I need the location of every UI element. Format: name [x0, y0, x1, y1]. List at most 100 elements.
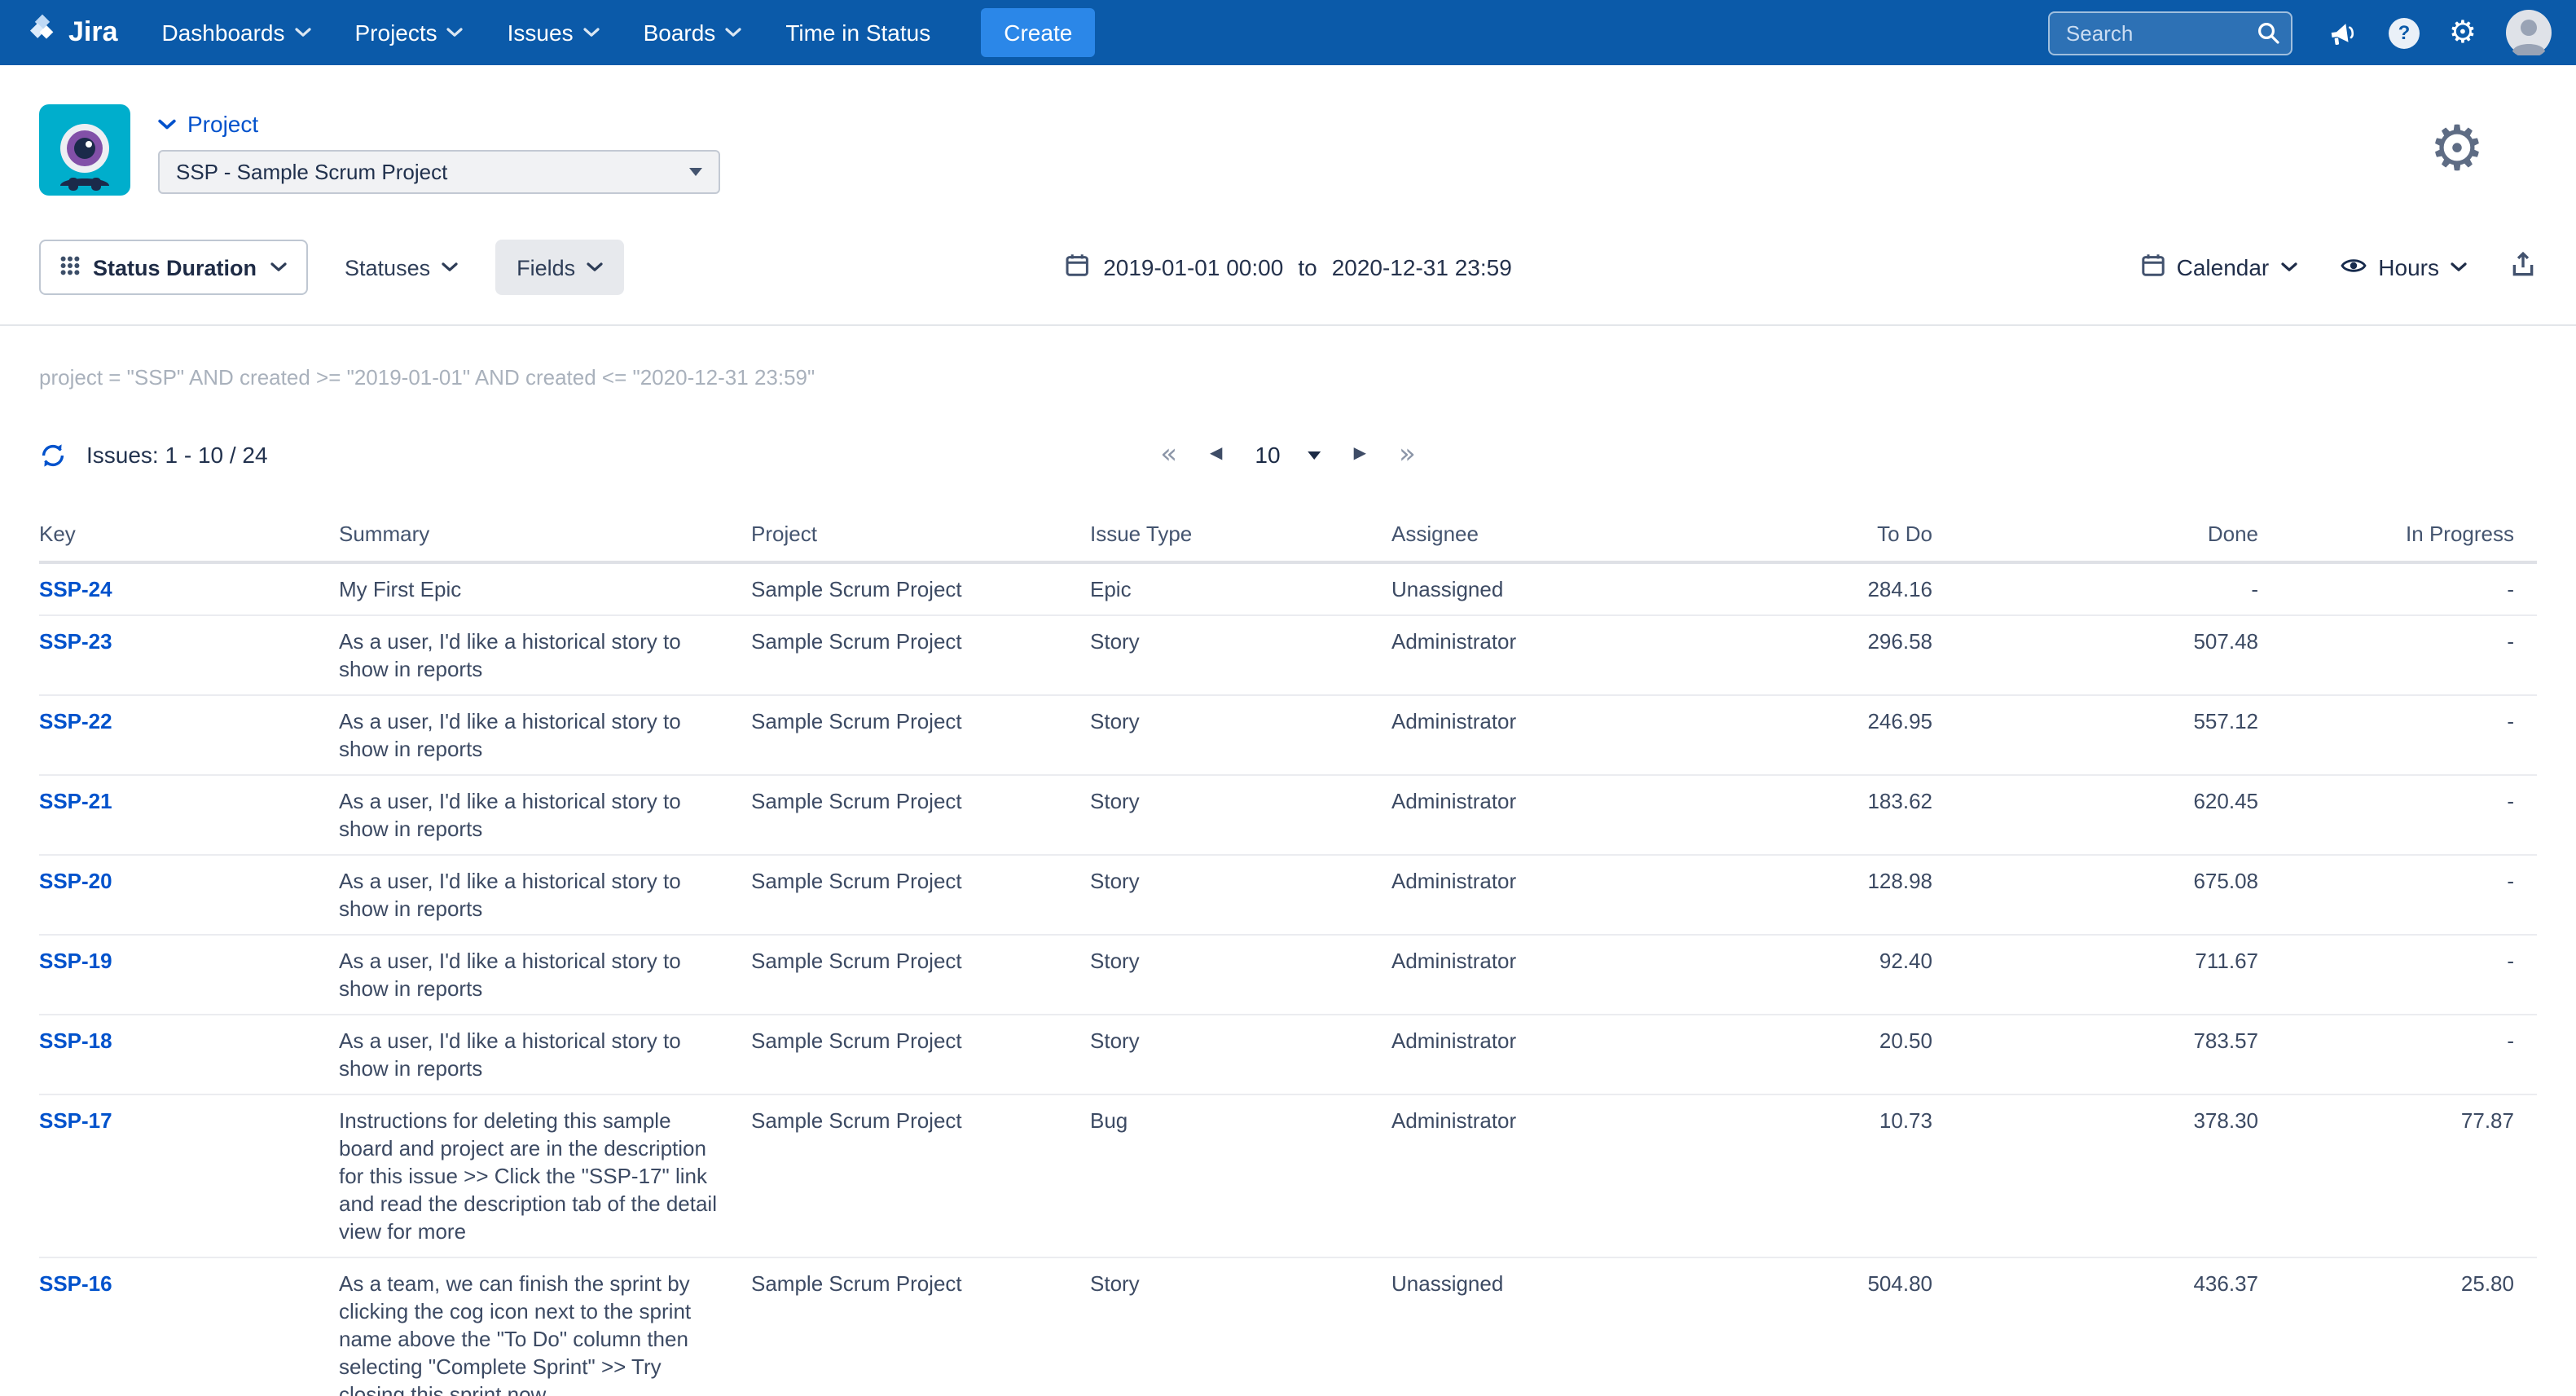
- settings-gear-icon[interactable]: ⚙: [2449, 17, 2477, 48]
- help-icon[interactable]: ?: [2389, 17, 2420, 48]
- toolbar-right: Calendar Hours: [2141, 251, 2537, 284]
- calendar-dropdown[interactable]: Calendar: [2141, 253, 2297, 282]
- nav-item-dashboards[interactable]: Dashboards: [162, 20, 311, 46]
- issue-summary: Instructions for deleting this sample bo…: [339, 1094, 751, 1257]
- issue-project: Sample Scrum Project: [751, 1094, 1090, 1257]
- chevron-down-icon: [583, 28, 600, 37]
- inprogress-value: -: [2281, 855, 2537, 935]
- inprogress-value: 77.87: [2281, 1094, 2537, 1257]
- todo-value: 504.80: [1711, 1257, 1955, 1396]
- issue-project: Sample Scrum Project: [751, 1257, 1090, 1396]
- nav-item-boards[interactable]: Boards: [644, 20, 742, 46]
- todo-value: 128.98: [1711, 855, 1955, 935]
- pagination: « ◀ 10 ▶ »: [1160, 441, 1416, 469]
- project-scope-toggle[interactable]: Project: [158, 111, 720, 137]
- todo-value: 246.95: [1711, 695, 1955, 775]
- issue-type: Story: [1090, 1015, 1391, 1094]
- nav-item-time-in-status[interactable]: Time in Status: [785, 20, 930, 46]
- issue-summary: As a user, I'd like a historical story t…: [339, 855, 751, 935]
- issue-key-link[interactable]: SSP-24: [39, 577, 112, 601]
- hours-dropdown[interactable]: Hours: [2339, 254, 2467, 280]
- issue-key-link[interactable]: SSP-21: [39, 789, 112, 813]
- question-mark-glyph: ?: [2389, 17, 2420, 48]
- issue-assignee: Administrator: [1391, 1094, 1711, 1257]
- project-avatar: [39, 104, 130, 204]
- refresh-icon[interactable]: [39, 441, 67, 469]
- issue-key-link[interactable]: SSP-23: [39, 629, 112, 654]
- project-header: Project SSP - Sample Scrum Project ⚙: [0, 65, 2576, 204]
- issue-type: Bug: [1090, 1094, 1391, 1257]
- todo-value: 92.40: [1711, 935, 1955, 1015]
- issue-type: Epic: [1090, 562, 1391, 615]
- table-row: SSP-19 As a user, I'd like a historical …: [39, 935, 2537, 1015]
- grid-icon: [60, 255, 80, 280]
- inprogress-value: -: [2281, 695, 2537, 775]
- prev-page-button[interactable]: ◀: [1210, 447, 1222, 463]
- nav-item-label: Time in Status: [785, 20, 930, 46]
- chevron-down-icon: [2451, 262, 2467, 272]
- issue-summary: As a user, I'd like a historical story t…: [339, 775, 751, 855]
- chevron-down-icon: [1308, 451, 1321, 459]
- next-page-button[interactable]: ▶: [1354, 447, 1366, 463]
- date-separator: to: [1298, 254, 1317, 280]
- project-select[interactable]: SSP - Sample Scrum Project: [158, 150, 720, 194]
- search-icon: [2257, 20, 2279, 51]
- first-page-button[interactable]: «: [1160, 441, 1177, 469]
- report-type-button[interactable]: Status Duration: [39, 240, 307, 295]
- search-input[interactable]: [2048, 11, 2292, 55]
- date-range-picker[interactable]: 2019-01-01 00:00 to 2020-12-31 23:59: [1064, 253, 1512, 282]
- issue-summary: As a team, we can finish the sprint by c…: [339, 1257, 751, 1396]
- nav-item-label: Issues: [508, 20, 574, 46]
- done-value: 557.12: [1955, 695, 2281, 775]
- calendar-icon: [2141, 253, 2165, 282]
- user-avatar[interactable]: [2506, 10, 2552, 55]
- export-button[interactable]: [2509, 251, 2537, 284]
- issue-assignee: Administrator: [1391, 1015, 1711, 1094]
- col-header-key[interactable]: Key: [39, 509, 339, 562]
- col-header-project[interactable]: Project: [751, 509, 1090, 562]
- table-header-row: Key Summary Project Issue Type Assignee …: [39, 509, 2537, 562]
- issue-project: Sample Scrum Project: [751, 695, 1090, 775]
- hours-dropdown-label: Hours: [2378, 254, 2439, 280]
- col-header-issue-type[interactable]: Issue Type: [1090, 509, 1391, 562]
- todo-value: 20.50: [1711, 1015, 1955, 1094]
- issue-key-link[interactable]: SSP-19: [39, 949, 112, 973]
- issue-key-link[interactable]: SSP-18: [39, 1028, 112, 1053]
- done-value: 507.48: [1955, 615, 2281, 695]
- col-header-done[interactable]: Done: [1955, 509, 2281, 562]
- chevron-down-icon: [447, 28, 464, 37]
- todo-value: 284.16: [1711, 562, 1955, 615]
- issue-summary: As a user, I'd like a historical story t…: [339, 1015, 751, 1094]
- nav-item-issues[interactable]: Issues: [508, 20, 600, 46]
- table-row: SSP-20 As a user, I'd like a historical …: [39, 855, 2537, 935]
- eye-icon: [2339, 254, 2367, 280]
- last-page-button[interactable]: »: [1399, 441, 1416, 469]
- table-row: SSP-21 As a user, I'd like a historical …: [39, 775, 2537, 855]
- create-button[interactable]: Create: [981, 8, 1095, 57]
- fields-button[interactable]: Fields: [495, 240, 624, 295]
- todo-value: 296.58: [1711, 615, 1955, 695]
- jira-brand[interactable]: Jira: [26, 12, 118, 53]
- col-header-in-progress[interactable]: In Progress: [2281, 509, 2537, 562]
- table-row: SSP-24 My First Epic Sample Scrum Projec…: [39, 562, 2537, 615]
- issue-key-link[interactable]: SSP-22: [39, 709, 112, 733]
- table-row: SSP-17 Instructions for deleting this sa…: [39, 1094, 2537, 1257]
- page-size-value: 10: [1255, 442, 1280, 468]
- statuses-button[interactable]: Statuses: [323, 240, 479, 295]
- done-value: 378.30: [1955, 1094, 2281, 1257]
- col-header-assignee[interactable]: Assignee: [1391, 509, 1711, 562]
- col-header-todo[interactable]: To Do: [1711, 509, 1955, 562]
- issue-assignee: Administrator: [1391, 855, 1711, 935]
- report-settings-gear-icon[interactable]: ⚙: [2429, 117, 2485, 204]
- issue-type: Story: [1090, 615, 1391, 695]
- issue-assignee: Unassigned: [1391, 1257, 1711, 1396]
- todo-value: 10.73: [1711, 1094, 1955, 1257]
- page-size-select[interactable]: 10: [1255, 442, 1321, 468]
- issue-key-link[interactable]: SSP-16: [39, 1271, 112, 1296]
- col-header-summary[interactable]: Summary: [339, 509, 751, 562]
- issue-key-link[interactable]: SSP-17: [39, 1108, 112, 1133]
- feedback-megaphone-icon[interactable]: [2328, 19, 2359, 46]
- issue-summary: As a user, I'd like a historical story t…: [339, 695, 751, 775]
- issue-key-link[interactable]: SSP-20: [39, 869, 112, 893]
- nav-item-projects[interactable]: Projects: [355, 20, 464, 46]
